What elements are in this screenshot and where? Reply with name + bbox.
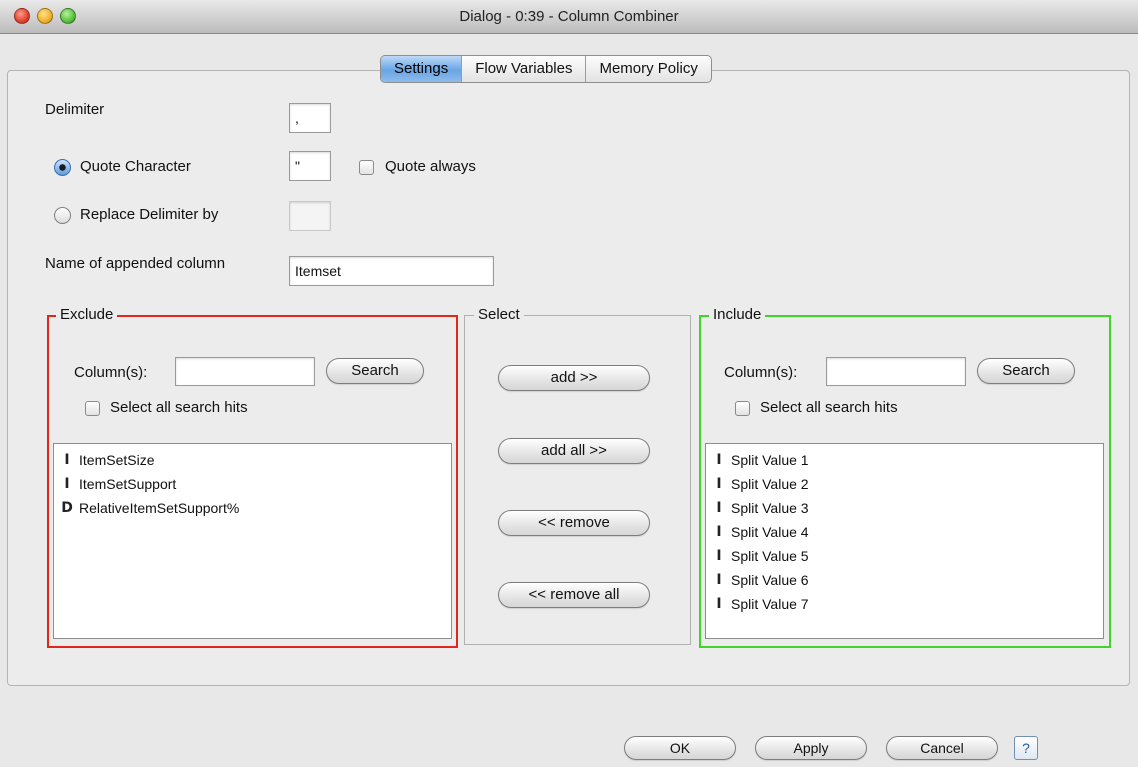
remove-button[interactable]: << remove xyxy=(498,510,650,536)
integer-type-icon: I xyxy=(716,476,722,492)
list-item[interactable]: I Split Value 7 xyxy=(706,592,1103,616)
quote-character-field[interactable] xyxy=(289,151,331,181)
tab-flow-variables[interactable]: Flow Variables xyxy=(462,56,587,82)
include-select-all-checkbox[interactable] xyxy=(735,401,750,416)
delimiter-label: Delimiter xyxy=(45,101,105,118)
integer-type-icon: I xyxy=(64,452,70,468)
list-item[interactable]: I Split Value 3 xyxy=(706,496,1103,520)
include-search-input[interactable] xyxy=(826,357,966,386)
window-title: Dialog - 0:39 - Column Combiner xyxy=(459,8,679,25)
quote-character-radio[interactable] xyxy=(54,159,71,176)
select-title: Select xyxy=(474,307,524,323)
quote-character-label: Quote Character xyxy=(80,158,191,175)
quote-always-checkbox[interactable] xyxy=(359,160,374,175)
exclude-columns-label: Column(s): xyxy=(74,364,148,381)
tab-memory-policy[interactable]: Memory Policy xyxy=(586,56,710,82)
list-item[interactable]: I Split Value 2 xyxy=(706,472,1103,496)
integer-type-icon: I xyxy=(716,548,722,564)
exclude-select-all-label: Select all search hits xyxy=(110,399,248,416)
replace-delimiter-radio[interactable] xyxy=(54,207,71,224)
integer-type-icon: I xyxy=(716,452,722,468)
include-select-all-label: Select all search hits xyxy=(760,399,898,416)
tab-bar: Settings Flow Variables Memory Policy xyxy=(380,55,712,83)
integer-type-icon: I xyxy=(716,500,722,516)
apply-button[interactable]: Apply xyxy=(755,736,867,760)
list-item[interactable]: D RelativeItemSetSupport% xyxy=(54,496,451,520)
delimiter-field[interactable] xyxy=(289,103,331,133)
list-item[interactable]: I Split Value 6 xyxy=(706,568,1103,592)
list-item[interactable]: I Split Value 4 xyxy=(706,520,1103,544)
integer-type-icon: I xyxy=(64,476,70,492)
include-columns-label: Column(s): xyxy=(724,364,798,381)
exclude-column-list[interactable]: I ItemSetSize I ItemSetSupport D RelativeIt… xyxy=(53,443,452,639)
exclude-title: Exclude xyxy=(56,307,118,323)
add-all-button[interactable]: add all >> xyxy=(498,438,650,464)
list-item[interactable]: I ItemSetSize xyxy=(54,448,451,472)
include-search-button[interactable]: Search xyxy=(977,358,1075,384)
exclude-search-input[interactable] xyxy=(175,357,315,386)
quote-always-label: Quote always xyxy=(385,158,476,175)
include-column-list[interactable]: I Split Value 1 I Split Value 2 I Split Val… xyxy=(705,443,1104,639)
integer-type-icon: I xyxy=(716,524,722,540)
replace-delimiter-field[interactable] xyxy=(289,201,331,231)
ok-button[interactable]: OK xyxy=(624,736,736,760)
add-button[interactable]: add >> xyxy=(498,365,650,391)
integer-type-icon: I xyxy=(716,572,722,588)
double-type-icon: D xyxy=(61,500,73,516)
tab-settings[interactable]: Settings xyxy=(381,56,463,82)
replace-delimiter-label: Replace Delimiter by xyxy=(80,206,219,223)
include-title: Include xyxy=(709,307,766,323)
integer-type-icon: I xyxy=(716,596,722,612)
exclude-select-all-checkbox[interactable] xyxy=(85,401,100,416)
exclude-search-button[interactable]: Search xyxy=(326,358,424,384)
list-item[interactable]: I ItemSetSupport xyxy=(54,472,451,496)
help-icon[interactable]: ? xyxy=(1014,736,1038,760)
list-item[interactable]: I Split Value 1 xyxy=(706,448,1103,472)
appended-column-field[interactable] xyxy=(289,256,494,286)
list-item[interactable]: I Split Value 5 xyxy=(706,544,1103,568)
remove-all-button[interactable]: << remove all xyxy=(498,582,650,608)
appended-column-label: Name of appended column xyxy=(45,255,226,272)
cancel-button[interactable]: Cancel xyxy=(886,736,998,760)
